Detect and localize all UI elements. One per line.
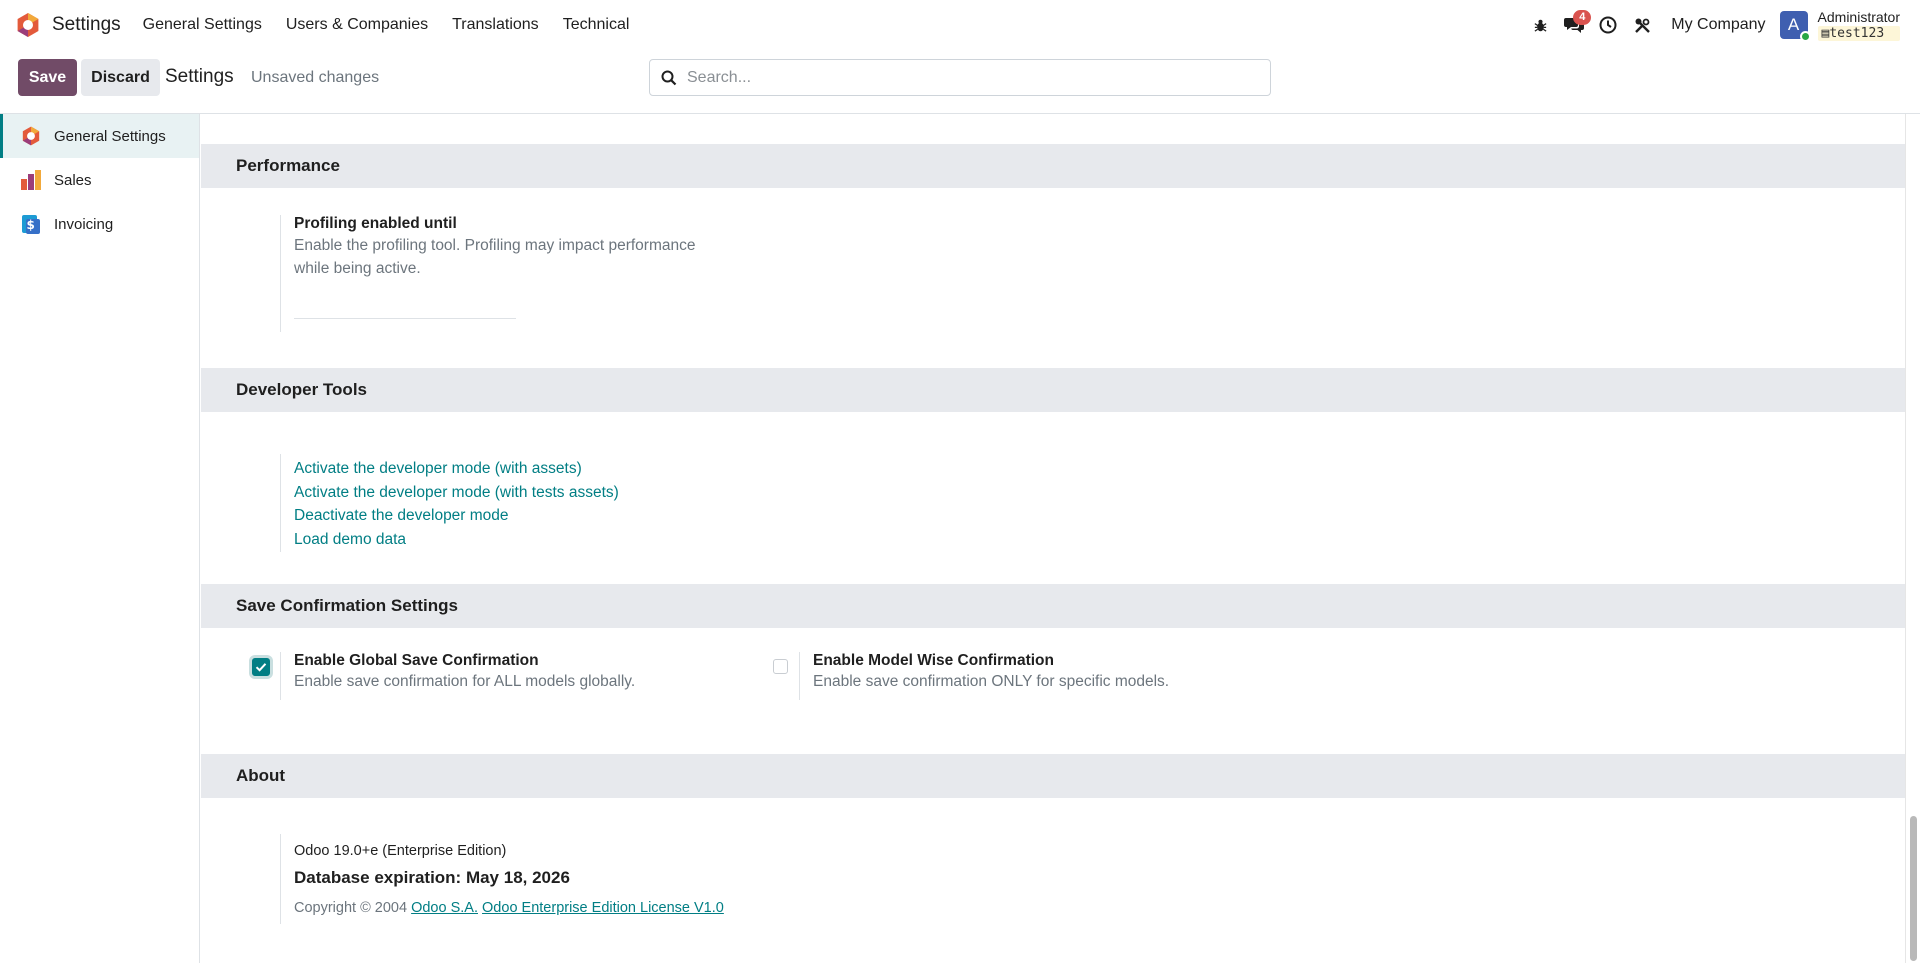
sidebar-item-label: Invoicing — [54, 215, 114, 233]
user-menu[interactable]: Administrator ▤test123 — [1817, 8, 1900, 41]
setting-description: Enable save confirmation for ALL models … — [294, 673, 636, 690]
control-panel: Save Discard Settings Unsaved changes — [0, 50, 1920, 114]
database-expiration: Database expiration: May 18, 2026 — [294, 868, 570, 887]
odoo-sa-link[interactable]: Odoo S.A. — [411, 900, 478, 916]
odoo-version: Odoo 19.0+e (Enterprise Edition) — [294, 843, 507, 859]
activate-developer-mode-tests-link[interactable]: Activate the developer mode (with tests … — [294, 481, 619, 505]
bug-icon[interactable] — [1523, 8, 1557, 42]
setting-global-save-confirmation: Enable Global Save Confirmation Enable s… — [280, 652, 760, 700]
setting-description: Enable save confirmation ONLY for specif… — [813, 673, 1170, 690]
checkmark-icon — [255, 663, 267, 672]
avatar[interactable]: A — [1779, 11, 1811, 42]
setting-description-line2: while being active. — [294, 260, 421, 277]
scrollbar-thumb[interactable] — [1910, 816, 1917, 961]
developer-tools-links: Activate the developer mode (with assets… — [280, 454, 760, 552]
profiling-date-input[interactable] — [294, 318, 516, 319]
svg-text:$: $ — [27, 218, 35, 232]
setting-divider — [799, 652, 800, 700]
section-heading-about: About — [201, 754, 1905, 798]
setting-title: Enable Global Save Confirmation — [294, 652, 539, 669]
menu-users-companies[interactable]: Users & Companies — [286, 16, 428, 34]
save-button[interactable]: Save — [18, 59, 77, 96]
setting-divider — [280, 834, 281, 924]
settings-content: Performance Profiling enabled until Enab… — [201, 114, 1905, 963]
section-heading-developer-tools: Developer Tools — [201, 368, 1905, 412]
search-icon — [661, 70, 677, 85]
section-heading-performance: Performance — [201, 144, 1905, 188]
user-name: Administrator — [1817, 8, 1900, 25]
sidebar-item-sales[interactable]: Sales — [0, 158, 199, 202]
load-demo-data-link[interactable]: Load demo data — [294, 528, 619, 552]
odoo-logo-icon — [20, 125, 42, 147]
about-body: Odoo 19.0+e (Enterprise Edition) Databas… — [294, 843, 724, 916]
license-link[interactable]: Odoo Enterprise Edition License V1.0 — [482, 900, 724, 916]
discard-button[interactable]: Discard — [81, 59, 160, 96]
sidebar-item-general-settings[interactable]: General Settings — [0, 114, 199, 158]
messages-badge: 4 — [1573, 10, 1592, 25]
setting-model-wise-confirmation: Enable Model Wise Confirmation Enable sa… — [799, 652, 1279, 700]
copyright-text: Copyright © 2004 — [294, 900, 408, 916]
copyright-line: Copyright © 2004 Odoo S.A. Odoo Enterpri… — [294, 900, 724, 916]
developer-links-list: Activate the developer mode (with assets… — [294, 457, 619, 551]
unsaved-changes-indicator: Unsaved changes — [251, 69, 380, 86]
menu-general-settings[interactable]: General Settings — [143, 16, 262, 34]
menu-technical[interactable]: Technical — [563, 16, 630, 34]
search-bar[interactable] — [649, 59, 1271, 96]
setting-title: Enable Model Wise Confirmation — [813, 652, 1054, 669]
setting-body: Enable Model Wise Confirmation Enable sa… — [813, 652, 1169, 693]
page-title: Settings — [165, 66, 234, 87]
sidebar-item-label: General Settings — [54, 127, 166, 145]
menu-translations[interactable]: Translations — [452, 16, 539, 34]
app-name[interactable]: Settings — [52, 14, 121, 36]
scrollbar[interactable] — [1905, 114, 1920, 963]
systray: 4 My Company A Administrator ▤test123 — [1523, 0, 1920, 50]
activate-developer-mode-assets-link[interactable]: Activate the developer mode (with assets… — [294, 457, 619, 481]
activity-clock-icon[interactable] — [1591, 8, 1625, 42]
tools-icon[interactable] — [1625, 8, 1659, 42]
sales-app-icon — [20, 169, 42, 191]
setting-description-line1: Enable the profiling tool. Profiling may… — [294, 237, 696, 254]
setting-divider — [280, 454, 281, 552]
avatar-letter: A — [1787, 15, 1800, 34]
settings-sidebar: General Settings Sales $ Invoicing — [0, 114, 200, 963]
sidebar-item-label: Sales — [54, 171, 92, 189]
database-name: test123 — [1829, 25, 1885, 41]
global-save-confirmation-checkbox[interactable] — [252, 658, 270, 676]
invoicing-app-icon: $ — [20, 213, 42, 235]
sidebar-item-invoicing[interactable]: $ Invoicing — [0, 202, 199, 246]
setting-body: Profiling enabled until Enable the profi… — [294, 215, 695, 319]
top-navbar: Settings General Settings Users & Compan… — [0, 0, 1920, 50]
setting-divider — [280, 652, 281, 700]
setting-profiling: Profiling enabled until Enable the profi… — [280, 215, 760, 332]
messages-icon[interactable]: 4 — [1557, 8, 1592, 42]
odoo-logo-icon[interactable] — [14, 11, 42, 39]
search-input[interactable] — [687, 68, 1247, 87]
setting-title: Profiling enabled until — [294, 215, 457, 232]
model-wise-confirmation-checkbox[interactable] — [773, 659, 788, 674]
setting-body: Enable Global Save Confirmation Enable s… — [294, 652, 635, 693]
company-switcher[interactable]: My Company — [1671, 16, 1765, 34]
about-info: Odoo 19.0+e (Enterprise Edition) Databas… — [280, 834, 880, 924]
section-heading-save-confirmation: Save Confirmation Settings — [201, 584, 1905, 628]
online-status-dot — [1799, 31, 1811, 42]
database-tag: ▤test123 — [1817, 25, 1900, 41]
deactivate-developer-mode-link[interactable]: Deactivate the developer mode — [294, 504, 619, 528]
setting-divider — [280, 215, 281, 332]
